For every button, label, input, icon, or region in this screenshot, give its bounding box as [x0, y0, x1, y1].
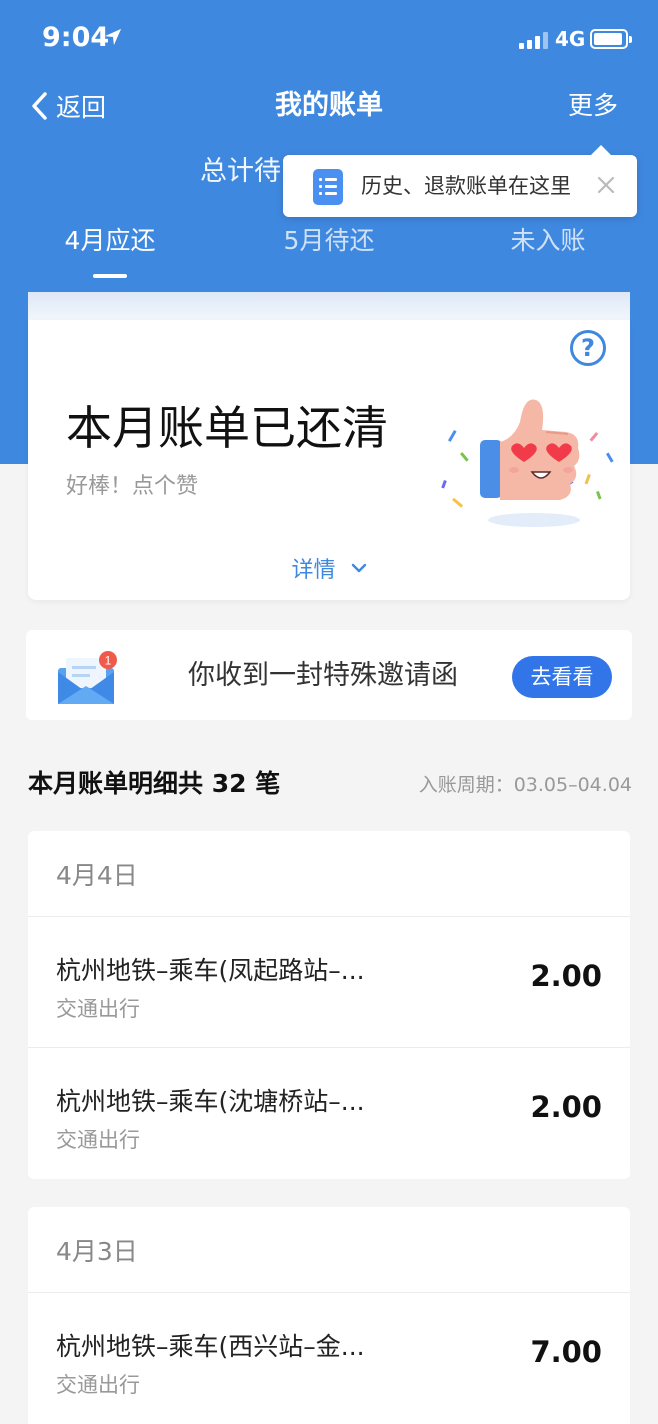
bill-amount: 2.00: [530, 959, 602, 993]
details-toggle[interactable]: 详情: [28, 552, 630, 584]
tooltip-arrow: [591, 145, 611, 155]
invitation-text: 你收到一封特殊邀请函: [188, 660, 458, 691]
bill-category: 交通出行: [56, 1373, 140, 1397]
invitation-banner[interactable]: 1 你收到一封特殊邀请函 去看看: [26, 630, 632, 720]
bill-details-title: 本月账单明细共 32 笔: [28, 769, 281, 798]
bill-row[interactable]: 杭州地铁–乘车(凤起路站–... 交通出行 2.00: [28, 917, 630, 1048]
bill-merchant: 杭州地铁–乘车(凤起路站–...: [56, 956, 365, 985]
bill-paid-subtitle: 好棒！点个赞: [66, 474, 199, 499]
total-pending-label: 总计待: [200, 156, 281, 187]
group-date: 4月4日: [28, 831, 630, 917]
close-icon[interactable]: [595, 174, 617, 196]
month-tabs: 4月应还 5月待还 未入账: [0, 220, 658, 292]
bill-amount: 2.00: [530, 1090, 602, 1124]
view-invitation-button[interactable]: 去看看: [512, 656, 612, 698]
help-icon[interactable]: ?: [570, 330, 606, 366]
active-tab-indicator: [93, 274, 127, 278]
bill-merchant: 杭州地铁–乘车(西兴站–金...: [56, 1332, 365, 1361]
bill-date-group: 4月4日 杭州地铁–乘车(凤起路站–... 交通出行 2.00 杭州地铁–乘车(…: [28, 831, 630, 1179]
group-date: 4月3日: [28, 1207, 630, 1293]
details-label: 详情: [291, 558, 336, 583]
bill-amount: 7.00: [530, 1335, 602, 1369]
battery-icon: [590, 29, 632, 49]
location-arrow-icon: [104, 28, 122, 46]
tooltip-text: 历史、退款账单在这里: [361, 174, 571, 198]
chevron-down-icon: [351, 563, 366, 573]
bill-paid-title: 本月账单已还清: [66, 401, 388, 455]
bill-category: 交通出行: [56, 1128, 140, 1152]
notification-badge: 1: [105, 654, 112, 668]
tab-may-pending[interactable]: 5月待还: [268, 220, 390, 280]
bill-status-card: ? 本月账单已还清 好棒！点个赞 详情: [28, 320, 630, 600]
status-time: 9:04: [42, 22, 110, 53]
page-title: 我的账单: [275, 90, 383, 121]
bill-merchant: 杭州地铁–乘车(沈塘桥站–...: [56, 1087, 365, 1116]
network-type: 4G: [555, 27, 586, 51]
envelope-icon: 1: [58, 651, 117, 704]
bill-row[interactable]: 杭州地铁–乘车(西兴站–金... 交通出行 7.00: [28, 1293, 630, 1424]
bill-row[interactable]: 杭州地铁–乘车(沈塘桥站–... 交通出行 2.00: [28, 1048, 630, 1179]
billing-period: 入账周期：03.05–04.04: [418, 774, 632, 796]
history-tooltip[interactable]: 历史、退款账单在这里: [283, 145, 637, 217]
tab-unposted[interactable]: 未入账: [494, 220, 602, 280]
bill-date-group: 4月3日 杭州地铁–乘车(西兴站–金... 交通出行 7.00: [28, 1207, 630, 1424]
more-button[interactable]: 更多: [568, 86, 618, 126]
status-bar: 9:04 4G: [0, 0, 658, 80]
bill-category: 交通出行: [56, 997, 140, 1021]
tab-april-due[interactable]: 4月应还: [50, 220, 170, 280]
thumbs-up-icon: [441, 399, 614, 527]
cellular-signal-icon: [519, 31, 549, 49]
list-icon: [313, 169, 343, 205]
